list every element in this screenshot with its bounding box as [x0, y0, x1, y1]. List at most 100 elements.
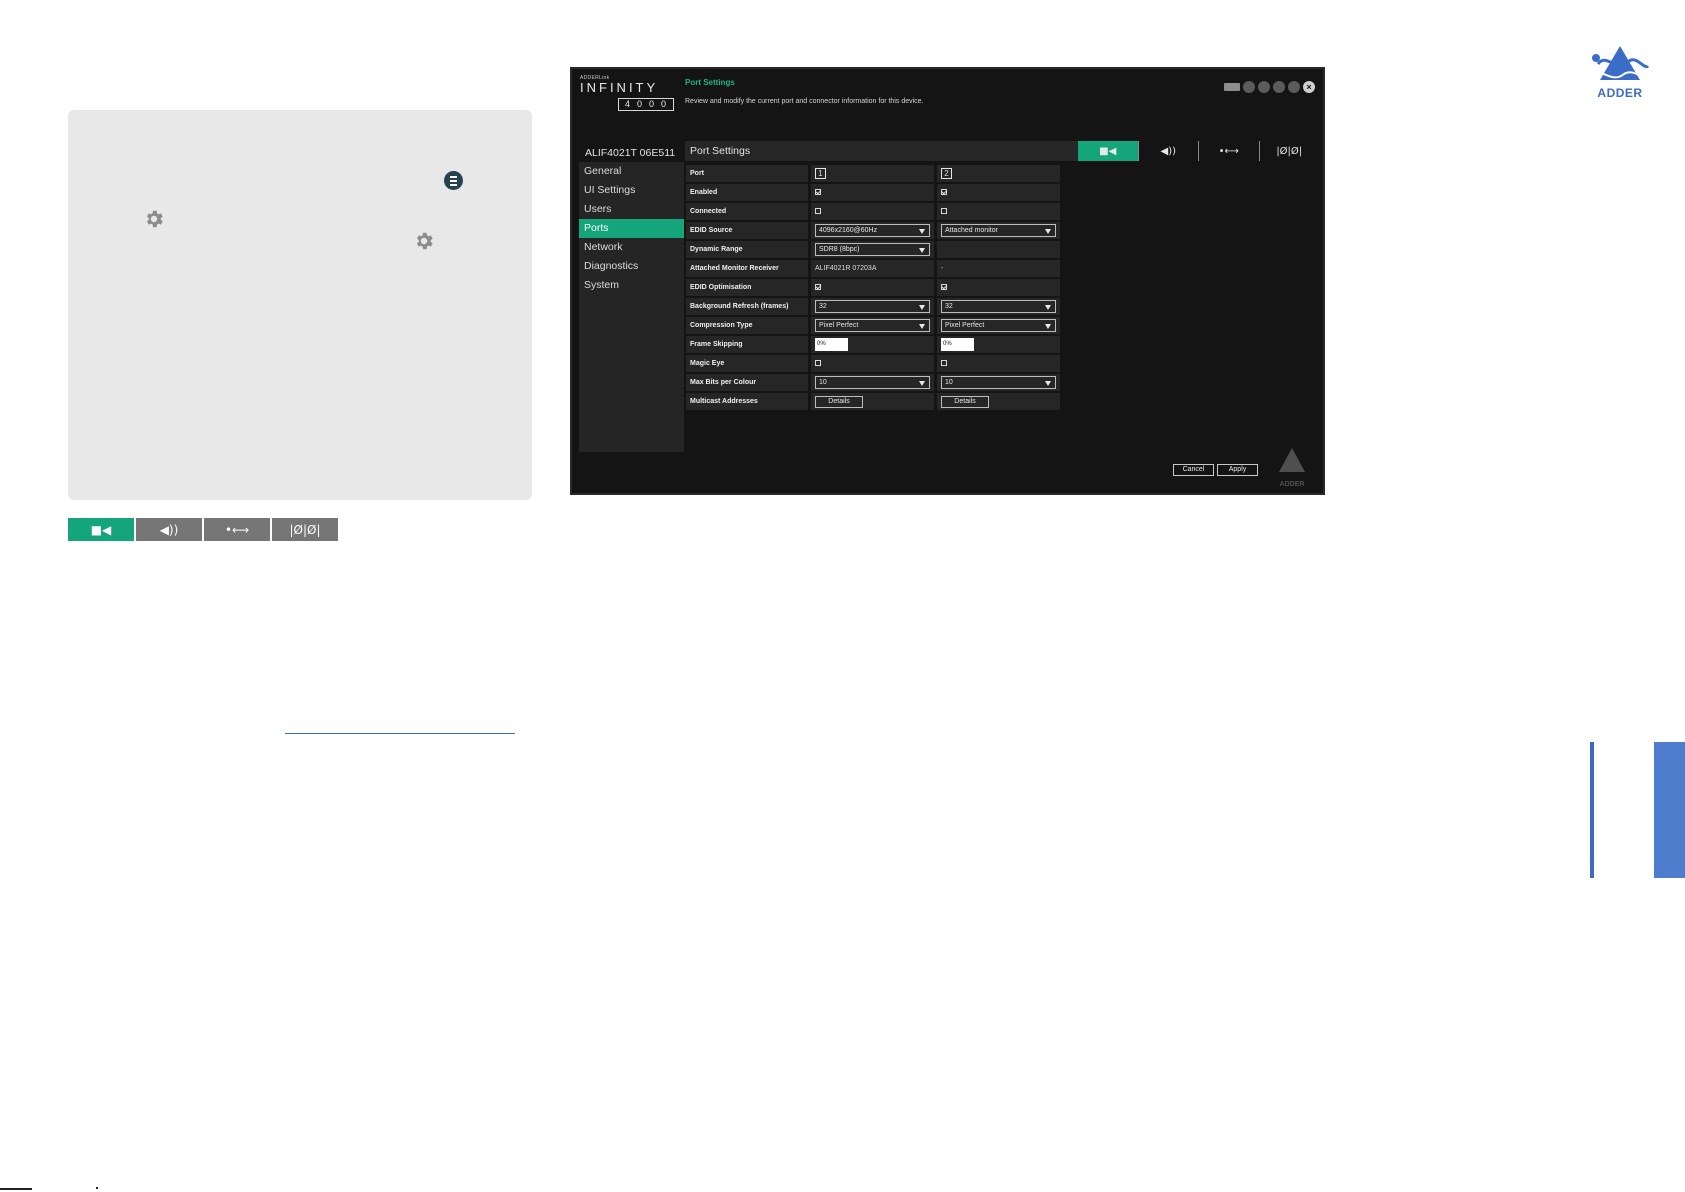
footer-rule	[0, 1188, 32, 1190]
enabled-checkbox-port-2[interactable]	[941, 188, 947, 195]
gear-icon[interactable]	[1273, 81, 1285, 93]
frame-skipping-input-port-1[interactable]: 0%	[815, 338, 848, 351]
gear-icon	[413, 230, 435, 252]
port-settings-table: Port 1 2 Enabled Connected EDID Source 4…	[686, 163, 1060, 412]
row-label: Attached Monitor Receiver	[686, 260, 808, 277]
row-label: Compression Type	[686, 317, 808, 334]
table-row: Enabled	[686, 184, 1060, 201]
tab-audio[interactable]: ◀))	[1137, 141, 1199, 161]
row-label: Magic Eye	[686, 355, 808, 372]
lock-icon[interactable]	[1243, 81, 1255, 93]
gear-icon	[143, 208, 165, 230]
table-row: Dynamic Range SDR8 (8bpc)	[686, 241, 1060, 258]
row-label: Frame Skipping	[686, 336, 808, 353]
video-icon: ■◀	[68, 518, 134, 541]
link-underline[interactable]	[285, 733, 515, 734]
tab-usb[interactable]: •⟷	[1198, 141, 1259, 161]
multicast-details-button-port-2[interactable]: Details	[941, 395, 989, 408]
table-row: Compression Type Pixel Perfect Pixel Per…	[686, 317, 1060, 334]
snake-logo-icon	[1592, 46, 1650, 80]
connected-checkbox-port-1[interactable]	[815, 207, 821, 214]
row-label: Background Refresh (frames)	[686, 298, 808, 315]
tab-serial[interactable]: |Ø|Ø|	[1258, 141, 1320, 161]
background-refresh-select-port-2[interactable]: 32	[941, 300, 1056, 313]
port-2-number: 2	[941, 168, 952, 179]
keyboard-icon[interactable]	[1224, 83, 1240, 91]
footer-mark	[96, 1187, 98, 1189]
compression-type-select-port-1[interactable]: Pixel Perfect	[815, 319, 930, 332]
connector-tabs: ■◀ ◀)) •⟷ |Ø|Ø|	[1078, 141, 1319, 161]
apply-button[interactable]: Apply	[1217, 464, 1258, 476]
sidebar-item-network[interactable]: Network	[579, 238, 684, 257]
page-description: Review and modify the current port and c…	[685, 98, 924, 105]
attached-receiver-port-1: ALIF4021R 07203A	[808, 260, 934, 277]
compression-type-select-port-2[interactable]: Pixel Perfect	[941, 319, 1056, 332]
brand-model: 4000	[618, 98, 675, 111]
brand: ADDERLink INFINITY 4000	[580, 75, 675, 112]
tab-video[interactable]: ■◀	[1078, 141, 1138, 161]
edid-source-select-port-1[interactable]: 4096x2160@60Hz	[815, 224, 930, 237]
frame-skipping-input-port-2[interactable]: 0%	[941, 338, 974, 351]
table-row: Max Bits per Colour 10 10	[686, 374, 1060, 391]
device-name: ALIF4021T 06E511	[585, 147, 676, 159]
port-1-number: 1	[815, 168, 826, 179]
sidebar-item-system[interactable]: System	[579, 276, 684, 295]
row-label: Dynamic Range	[686, 241, 808, 258]
sidebar: General UI Settings Users Ports Network …	[579, 162, 684, 452]
mini-tab-strip: ■◀ ◀)) •⟷ |Ø|Ø|	[68, 518, 338, 541]
refresh-icon[interactable]	[1288, 81, 1300, 93]
row-label: Multicast Addresses	[686, 393, 808, 410]
table-row: EDID Optimisation	[686, 279, 1060, 296]
background-refresh-select-port-1[interactable]: 32	[815, 300, 930, 313]
row-label: Max Bits per Colour	[686, 374, 808, 391]
magic-eye-checkbox-port-1[interactable]	[815, 359, 821, 366]
edid-source-select-port-2[interactable]: Attached monitor	[941, 224, 1056, 237]
info-panel	[68, 110, 532, 500]
close-icon[interactable]: ×	[1303, 81, 1315, 93]
brand-name: INFINITY	[580, 80, 659, 95]
sidebar-item-general[interactable]: General	[579, 162, 684, 181]
table-row: Multicast Addresses Details Details	[686, 393, 1060, 410]
max-bits-select-port-1[interactable]: 10	[815, 376, 930, 389]
dynamic-range-port-2	[934, 241, 1060, 258]
dynamic-range-select-port-1[interactable]: SDR8 (8bpc)	[815, 243, 930, 256]
table-row: Frame Skipping 0% 0%	[686, 336, 1060, 353]
serial-icon: |Ø|Ø|	[1276, 145, 1303, 157]
audio-icon: ◀))	[136, 518, 202, 541]
sidebar-item-diagnostics[interactable]: Diagnostics	[579, 257, 684, 276]
row-label: EDID Optimisation	[686, 279, 808, 296]
attached-receiver-port-2: -	[934, 260, 1060, 277]
watermark-text: ADDER	[1279, 481, 1305, 488]
cancel-button[interactable]: Cancel	[1173, 464, 1214, 476]
side-rule	[1590, 742, 1594, 878]
sidebar-item-ui-settings[interactable]: UI Settings	[579, 181, 684, 200]
chapter-tab[interactable]	[1654, 742, 1685, 878]
video-icon: ■◀	[1099, 145, 1117, 157]
header-toolbar: ×	[1224, 81, 1315, 93]
table-row: Attached Monitor Receiver ALIF4021R 0720…	[686, 260, 1060, 277]
table-row: Port 1 2	[686, 165, 1060, 182]
serial-icon: |Ø|Ø|	[272, 518, 338, 541]
port-settings-screenshot: ADDERLink INFINITY 4000 Port Settings Re…	[570, 67, 1325, 495]
max-bits-select-port-2[interactable]: 10	[941, 376, 1056, 389]
page-title: Port Settings	[685, 78, 735, 87]
edid-optimisation-checkbox-port-2[interactable]	[941, 283, 947, 290]
edid-optimisation-checkbox-port-1[interactable]	[815, 283, 821, 290]
snake-logo-icon	[1279, 448, 1305, 472]
multicast-details-button-port-1[interactable]: Details	[815, 395, 863, 408]
content-header: Port Settings	[685, 141, 1078, 161]
sidebar-item-users[interactable]: Users	[579, 200, 684, 219]
connected-checkbox-port-2[interactable]	[941, 207, 947, 214]
sidebar-item-ports[interactable]: Ports	[579, 219, 684, 238]
usb-icon: •⟷	[204, 518, 270, 541]
enabled-checkbox-port-1[interactable]	[815, 188, 821, 195]
usb-icon: •⟷	[1218, 145, 1239, 157]
table-row: Background Refresh (frames) 32 32	[686, 298, 1060, 315]
table-row: Magic Eye	[686, 355, 1060, 372]
menu-icon	[444, 171, 463, 190]
table-row: EDID Source 4096x2160@60Hz Attached moni…	[686, 222, 1060, 239]
info-icon[interactable]	[1258, 81, 1270, 93]
adder-logo: ADDER	[1588, 44, 1652, 100]
magic-eye-checkbox-port-2[interactable]	[941, 359, 947, 366]
row-label: Connected	[686, 203, 808, 220]
